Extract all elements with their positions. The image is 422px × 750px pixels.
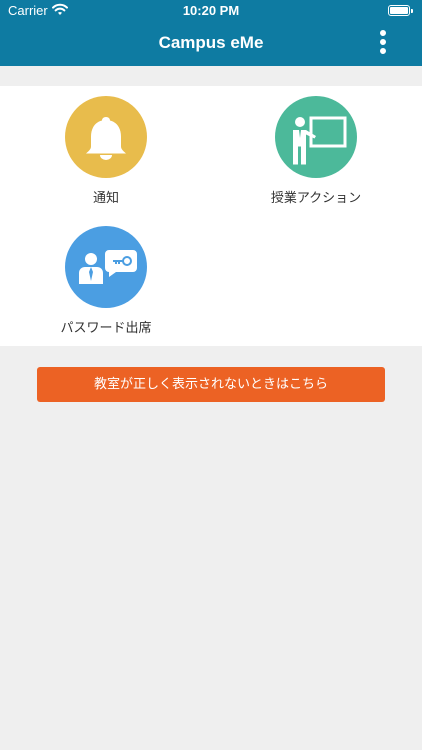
class-action-label: 授業アクション	[270, 191, 362, 206]
password-attendance-label: パスワード出席	[60, 321, 152, 336]
password-attendance-circle	[65, 226, 147, 308]
status-bar: Carrier 10:20 PM	[0, 0, 422, 22]
password-attendance-tile[interactable]: パスワード出席	[26, 226, 186, 336]
more-vertical-dot	[380, 48, 386, 54]
notification-label: 通知	[92, 191, 119, 206]
app-header: Carrier 10:20 PM Campus eMe	[0, 0, 422, 66]
class-action-circle	[275, 96, 357, 178]
more-vertical-icon	[380, 30, 386, 36]
menu-panel: 通知 授業アクション パスワード出席	[0, 86, 422, 346]
page-title: Campus eMe	[158, 33, 264, 52]
teacher-whiteboard-icon	[293, 116, 347, 165]
class-action-tile[interactable]: 授業アクション	[236, 96, 396, 206]
bell-icon	[86, 117, 126, 160]
notification-tile[interactable]: 通知	[26, 96, 186, 206]
battery-icon	[388, 5, 413, 16]
more-vertical-dot	[380, 39, 386, 45]
user-key-icon	[79, 250, 137, 284]
classroom-help-button[interactable]: 教室が正しく表示されないときはこちら	[37, 367, 385, 402]
notification-circle	[65, 96, 147, 178]
clock: 10:20 PM	[182, 3, 240, 18]
more-menu-button[interactable]	[377, 30, 389, 56]
